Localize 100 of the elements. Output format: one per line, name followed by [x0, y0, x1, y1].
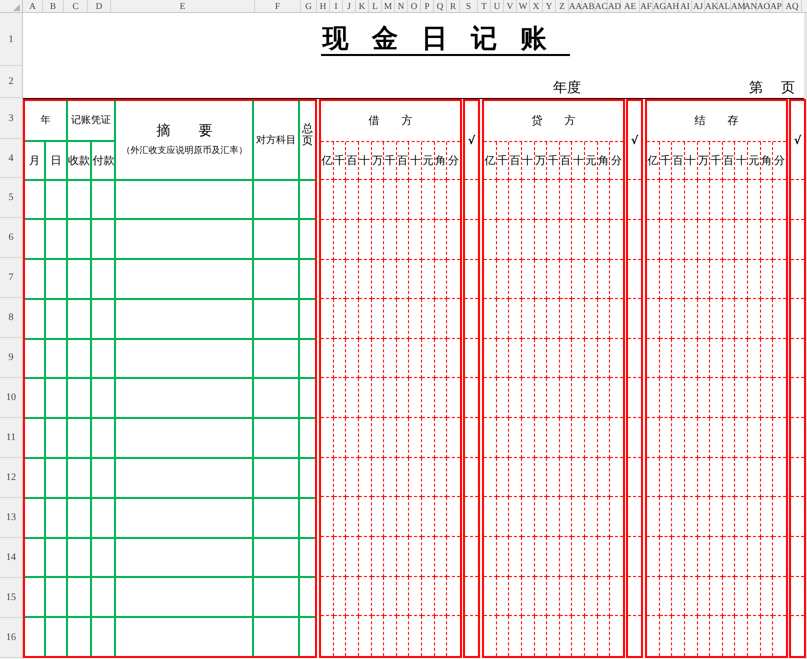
column-header[interactable]: B: [43, 0, 64, 12]
row-header[interactable]: 15: [0, 578, 22, 618]
column-heading: 结存: [647, 101, 786, 142]
column-header[interactable]: AK: [705, 0, 718, 12]
column-header[interactable]: W: [517, 0, 530, 12]
check-mark: √: [465, 101, 478, 180]
digit-place-label: 角: [598, 142, 610, 180]
column-header[interactable]: AI: [679, 0, 692, 12]
column-header[interactable]: A: [23, 0, 43, 12]
column-header[interactable]: AJ: [692, 0, 705, 12]
column-header[interactable]: Y: [543, 0, 556, 12]
row-header[interactable]: 16: [0, 618, 22, 658]
row-header[interactable]: 6: [0, 218, 22, 258]
column-header[interactable]: G: [301, 0, 317, 12]
row-header[interactable]: 12: [0, 458, 22, 498]
row-header[interactable]: 14: [0, 538, 22, 578]
column-header[interactable]: AL: [718, 0, 731, 12]
digit-place-label: 万: [698, 142, 710, 180]
column-header[interactable]: AH: [666, 0, 679, 12]
column-header[interactable]: E: [111, 0, 255, 12]
check-mark: √: [628, 101, 641, 180]
page-label: 页: [781, 79, 795, 97]
column-header[interactable]: Z: [556, 0, 569, 12]
row-header[interactable]: 4: [0, 139, 22, 178]
column-header[interactable]: C: [64, 0, 88, 12]
column-header[interactable]: P: [421, 0, 434, 12]
column-heading: 摘要: [156, 122, 240, 140]
column-header[interactable]: X: [530, 0, 543, 12]
column-heading: 借方: [321, 101, 460, 142]
column-header[interactable]: AN: [744, 0, 757, 12]
column-header[interactable]: AG: [653, 0, 666, 12]
column-header[interactable]: O: [408, 0, 421, 12]
digit-place-label: 百: [396, 142, 410, 180]
digit-place-label: 百: [346, 142, 359, 180]
column-header[interactable]: AC: [595, 0, 608, 12]
digit-place-label: 分: [447, 142, 460, 180]
digit-place-label: 十: [684, 142, 698, 180]
column-header[interactable]: I: [330, 0, 343, 12]
column-header[interactable]: AF: [640, 0, 653, 12]
column-header[interactable]: AB: [582, 0, 595, 12]
digit-place-label: 亿: [484, 142, 497, 180]
page-label: 第: [749, 79, 763, 97]
column-heading: 收款: [68, 142, 90, 179]
row-header[interactable]: 10: [0, 378, 22, 418]
column-header[interactable]: L: [369, 0, 382, 12]
digit-place-label: 亿: [647, 142, 660, 180]
column-heading: 年: [25, 101, 66, 140]
row-header[interactable]: 3: [0, 98, 22, 139]
digit-place-label: 十: [572, 142, 586, 180]
column-header[interactable]: AQ: [783, 0, 802, 12]
column-header[interactable]: H: [317, 0, 330, 12]
digit-place-label: 千: [334, 142, 346, 180]
digit-place-label: 元: [585, 142, 598, 180]
digit-place-label: 百: [722, 142, 736, 180]
digit-place-label: 十: [735, 142, 748, 180]
digit-place-label: 千: [547, 142, 560, 180]
column-header[interactable]: AO: [757, 0, 770, 12]
row-header[interactable]: 1: [0, 13, 22, 66]
column-header[interactable]: J: [343, 0, 356, 12]
digit-place-label: 百: [672, 142, 685, 180]
digit-place-label: 角: [760, 142, 774, 180]
row-header[interactable]: 11: [0, 418, 22, 458]
digit-place-label: 百: [560, 142, 572, 180]
column-header[interactable]: V: [504, 0, 517, 12]
column-header[interactable]: AE: [621, 0, 640, 12]
row-header[interactable]: 5: [0, 178, 22, 218]
digit-place-label: 百: [509, 142, 522, 180]
column-header[interactable]: T: [478, 0, 491, 12]
row-header[interactable]: 13: [0, 498, 22, 538]
row-header[interactable]: 8: [0, 298, 22, 338]
column-heading: 月: [25, 142, 44, 179]
digit-place-label: 千: [660, 142, 672, 180]
column-heading: 对方科目: [254, 101, 298, 179]
row-header[interactable]: 9: [0, 338, 22, 378]
column-header[interactable]: F: [255, 0, 301, 12]
digit-place-label: 分: [610, 142, 623, 180]
column-header[interactable]: N: [395, 0, 408, 12]
column-heading: 日: [46, 142, 66, 179]
column-header[interactable]: AP: [770, 0, 783, 12]
column-heading: 记账凭证: [68, 101, 114, 140]
column-header[interactable]: D: [88, 0, 111, 12]
column-header[interactable]: U: [491, 0, 504, 12]
column-heading: 付款: [92, 142, 114, 179]
column-header[interactable]: AA: [569, 0, 582, 12]
digit-place-label: 元: [748, 142, 761, 180]
year-label: 年度: [553, 79, 581, 97]
check-mark: √: [791, 101, 804, 180]
column-header[interactable]: AM: [731, 0, 744, 12]
digit-place-label: 亿: [321, 142, 334, 180]
column-header[interactable]: M: [382, 0, 395, 12]
digit-place-label: 元: [422, 142, 435, 180]
row-header[interactable]: 2: [0, 66, 22, 98]
row-header[interactable]: 7: [0, 258, 22, 298]
column-header[interactable]: Q: [434, 0, 447, 12]
column-note: （外汇收支应说明原币及汇率）: [121, 144, 248, 158]
digit-place-label: 万: [534, 142, 548, 180]
column-header[interactable]: AD: [608, 0, 621, 12]
column-header[interactable]: S: [460, 0, 478, 12]
column-header[interactable]: K: [356, 0, 369, 12]
column-header[interactable]: R: [447, 0, 460, 12]
